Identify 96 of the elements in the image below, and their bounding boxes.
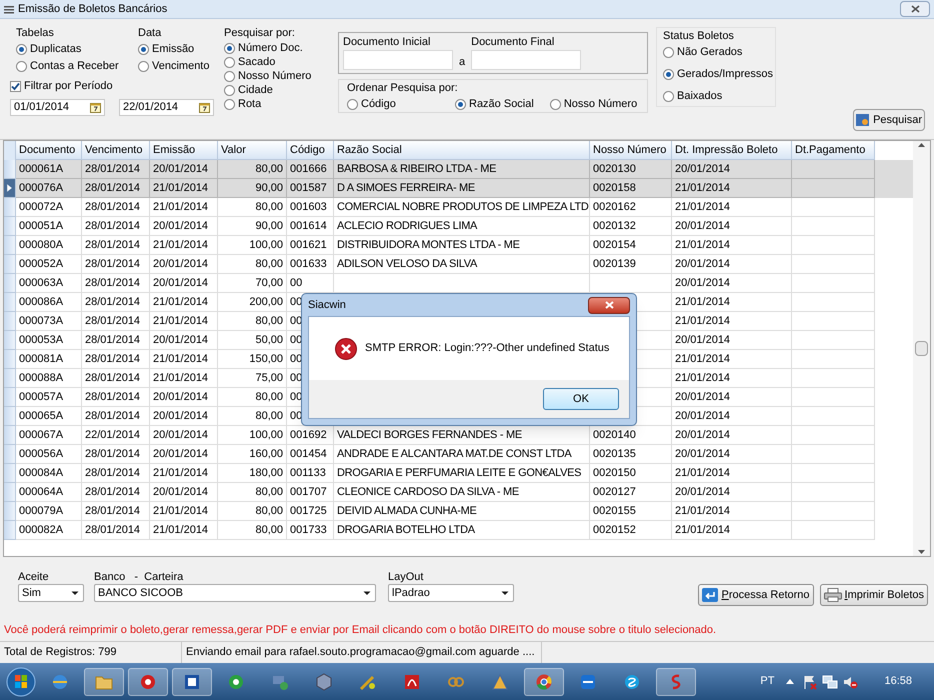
date-field[interactable]: 22/01/2014 bbox=[119, 98, 214, 116]
radio-button[interactable]: Número Doc. bbox=[224, 41, 332, 55]
arrows-icon bbox=[579, 672, 597, 690]
column-header[interactable]: Razão Social bbox=[334, 141, 590, 160]
start-button[interactable] bbox=[6, 666, 36, 696]
dialog-message: SMTP ERROR: Login:???-Other undefined Status bbox=[365, 341, 610, 356]
action-button[interactable]: Imprimir Boletos bbox=[820, 584, 928, 606]
field-label: Documento Inicial bbox=[343, 36, 432, 49]
error-icon bbox=[335, 338, 357, 360]
table-cell: 80,00 bbox=[218, 521, 287, 540]
radio-button[interactable]: Rota bbox=[224, 97, 332, 111]
radio-button[interactable]: Nosso Número bbox=[550, 97, 638, 111]
radio-button[interactable]: Emissão bbox=[138, 42, 218, 56]
table-cell: 21/01/2014 bbox=[672, 521, 792, 540]
clock[interactable]: 16:58 bbox=[884, 673, 912, 690]
radio-button[interactable]: Não Gerados bbox=[663, 45, 769, 59]
dropdown[interactable]: Sim bbox=[18, 584, 84, 602]
table-cell: 0020152 bbox=[590, 521, 672, 540]
square-icon bbox=[183, 672, 201, 690]
table-cell: DROGARIA BOTELHO LTDA bbox=[334, 521, 590, 540]
dropdown[interactable]: BANCO SICOOB bbox=[94, 584, 376, 602]
taskbar-button[interactable] bbox=[128, 668, 168, 696]
table-cell: 21/01/2014 bbox=[150, 521, 218, 540]
column-header[interactable]: Dt.Pagamento bbox=[792, 141, 875, 160]
flag-icon[interactable] bbox=[802, 674, 818, 690]
field-label: Documento Final bbox=[471, 36, 556, 49]
printer-icon bbox=[824, 588, 842, 602]
range-separator: a bbox=[459, 55, 466, 70]
dropdown[interactable]: lPadrao bbox=[388, 584, 514, 602]
close-button[interactable] bbox=[900, 1, 930, 17]
menu-icon bbox=[4, 4, 14, 14]
radio-button[interactable]: Cidade bbox=[224, 83, 332, 97]
radio-button[interactable]: Vencimento bbox=[138, 59, 218, 73]
column-header[interactable]: Documento bbox=[16, 141, 82, 160]
globe-icon bbox=[51, 672, 69, 690]
bubble-icon bbox=[623, 672, 641, 690]
column-header[interactable]: Dt. Impressão Boleto bbox=[672, 141, 792, 160]
scroll-down-icon[interactable] bbox=[918, 550, 925, 554]
input-field[interactable] bbox=[471, 50, 582, 70]
search-icon bbox=[856, 113, 870, 127]
close-button[interactable] bbox=[588, 296, 630, 314]
browser-icon bbox=[535, 672, 553, 690]
table-cell: 28/01/2014 bbox=[82, 521, 150, 540]
scroll-thumb[interactable] bbox=[915, 341, 928, 356]
radio-button[interactable]: Nosso Número bbox=[224, 69, 332, 83]
column-header[interactable]: Código bbox=[287, 141, 334, 160]
radio-button[interactable]: Sacado bbox=[224, 55, 332, 69]
network-icon[interactable] bbox=[822, 674, 838, 690]
row-header[interactable] bbox=[4, 179, 16, 198]
table-row[interactable]: 000061A 28/01/2014 20/01/2014 80,00 001666 BARBOSA & RIBEIRO LTDA - ME 0020130 20/01/2014 bbox=[4, 160, 913, 179]
scroll-up-icon[interactable] bbox=[918, 143, 925, 147]
radio-button[interactable]: Código bbox=[347, 97, 439, 111]
scrollbar[interactable] bbox=[913, 141, 930, 556]
table-cell: 001733 bbox=[287, 521, 334, 540]
status-text: Total de Registros: 799 bbox=[4, 645, 117, 660]
column-header[interactable]: Valor bbox=[218, 141, 287, 160]
triangle-icon bbox=[491, 672, 509, 690]
radio-button[interactable]: Baixados bbox=[663, 89, 769, 103]
checkbox[interactable]: Filtrar por Período bbox=[10, 78, 218, 94]
table-cell: 000082A bbox=[16, 521, 82, 540]
date-field[interactable]: 01/01/2014 bbox=[10, 98, 105, 116]
corner-header bbox=[4, 141, 16, 160]
ok-button[interactable]: OK bbox=[543, 388, 619, 410]
group-label: Status Boletos bbox=[663, 30, 735, 43]
search-button[interactable]: Pesquisar bbox=[853, 109, 925, 131]
taskbar-button[interactable] bbox=[172, 668, 212, 696]
radio-button[interactable]: Duplicatas bbox=[16, 42, 128, 56]
group-label: Data bbox=[138, 27, 162, 40]
check-icon bbox=[11, 82, 20, 91]
show-hidden-icons-icon[interactable] bbox=[786, 679, 794, 684]
language-indicator[interactable]: PT bbox=[760, 673, 774, 690]
input-field[interactable] bbox=[343, 50, 453, 70]
ring-icon bbox=[227, 672, 245, 690]
lifebuoy-icon bbox=[139, 672, 157, 690]
notice-text: Você poderá reimprimir o boleto,gerar remessa,gerar PDF e enviar por Email clicando com o botão DIREITO do mouse sobre o titulo selecionado. bbox=[3, 623, 718, 638]
calendar-icon[interactable] bbox=[90, 102, 101, 112]
status-text: Enviando email para rafael.souto.programacao@gmail.com aguarde .... bbox=[186, 645, 535, 660]
field-label: Banco - Carteira bbox=[94, 571, 184, 584]
calendar-icon[interactable] bbox=[199, 102, 210, 112]
column-header[interactable]: Emissão bbox=[150, 141, 218, 160]
window-title: Emissão de Boletos Bancários bbox=[18, 2, 168, 17]
field-label: Aceite bbox=[18, 571, 50, 584]
radio-button[interactable]: Razão Social bbox=[455, 97, 534, 111]
document-icon bbox=[403, 672, 421, 690]
column-header[interactable]: Nosso Número bbox=[590, 141, 672, 160]
group-label: Ordenar Pesquisa por: bbox=[347, 82, 459, 95]
action-button[interactable]: Processa Retorno bbox=[698, 584, 814, 606]
close-icon bbox=[910, 5, 920, 13]
group-label: Tabelas bbox=[16, 27, 55, 40]
group-label: Pesquisar por: bbox=[224, 27, 296, 40]
field-label: LayOut bbox=[388, 571, 424, 584]
table-row[interactable]: 000076A 28/01/2014 21/01/2014 90,00 001587 D A SIMOES FERREIRA- ME 0020158 21/01/2014 bbox=[4, 179, 913, 198]
radio-button[interactable]: Contas a Receber bbox=[16, 59, 128, 73]
column-header[interactable]: Vencimento bbox=[82, 141, 150, 160]
close-icon bbox=[604, 301, 614, 309]
cube-icon bbox=[315, 672, 333, 690]
